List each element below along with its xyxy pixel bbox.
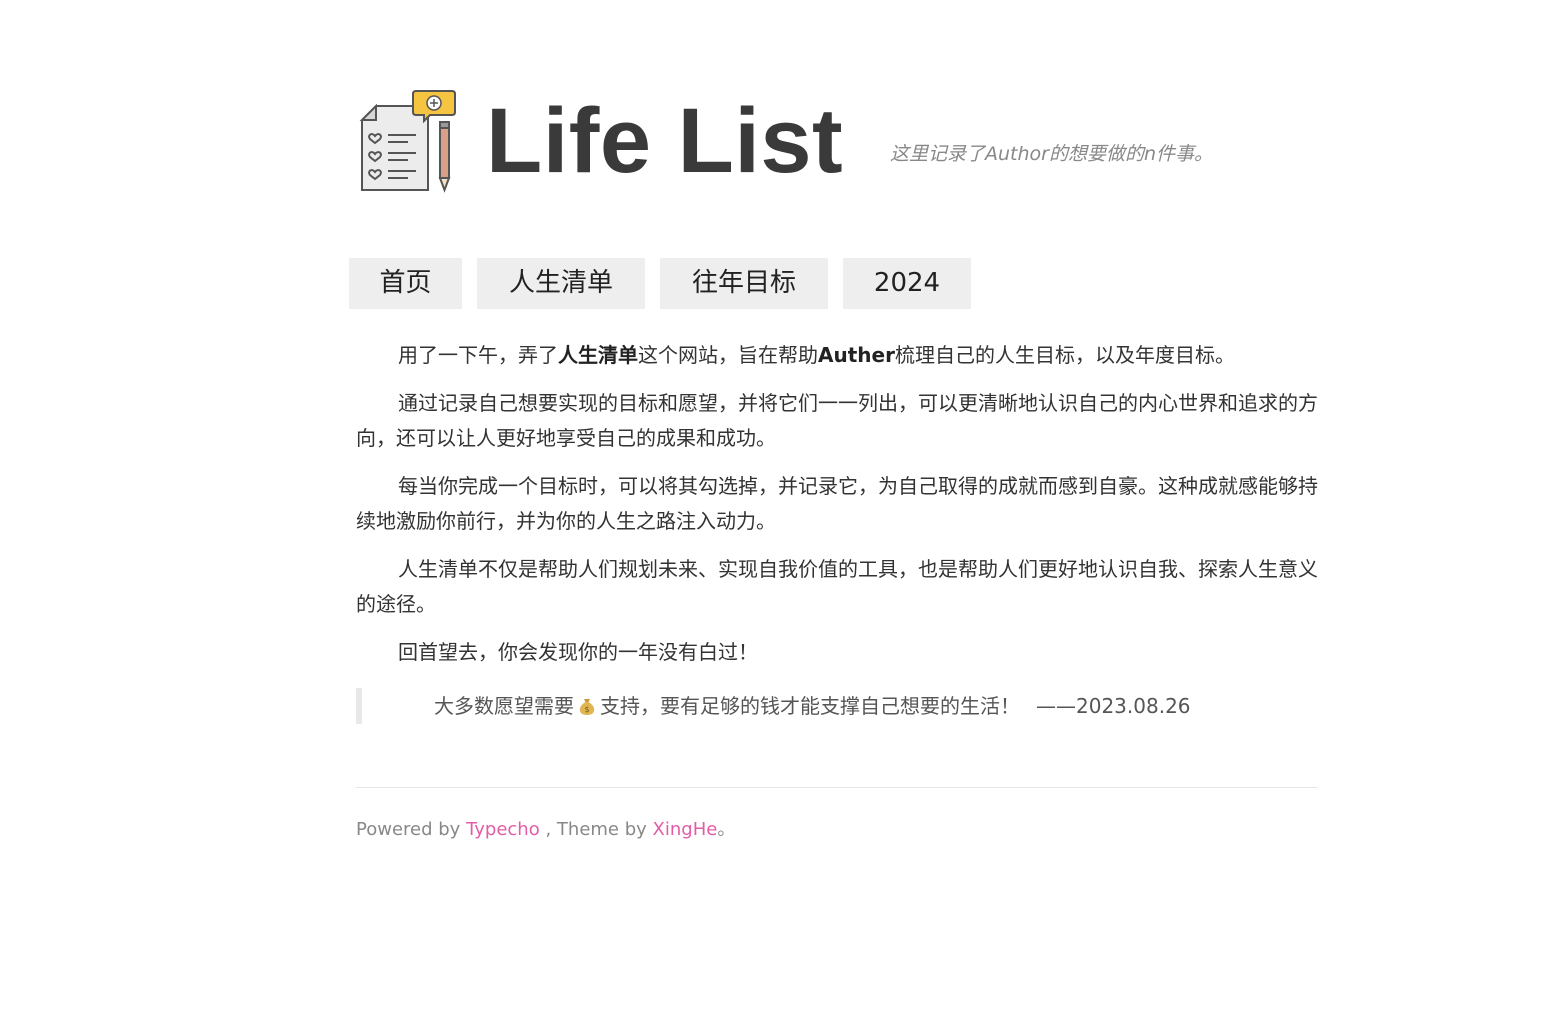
paragraph-intro: 用了一下午，弄了人生清单这个网站，旨在帮助Auther梳理自己的人生目标，以及年…	[356, 338, 1318, 373]
nav-item-home[interactable]: 首页	[349, 258, 462, 309]
post-content: 用了一下午，弄了人生清单这个网站，旨在帮助Auther梳理自己的人生目标，以及年…	[356, 338, 1318, 724]
footer-divider	[356, 787, 1318, 788]
blockquote: 大多数愿望需要 $ 支持，要有足够的钱才能支撑自己想要的生活！ ——2023.08.2…	[356, 688, 1318, 724]
nav-item-past-goals[interactable]: 往年目标	[660, 258, 828, 309]
intro-bold-life-list: 人生清单	[558, 343, 638, 367]
site-title[interactable]: Life List	[486, 95, 843, 187]
footer-end: 。	[717, 819, 736, 840]
intro-bold-auther: Auther	[818, 343, 895, 367]
checklist-pencil-icon[interactable]	[358, 86, 458, 196]
typecho-link[interactable]: Typecho	[466, 819, 540, 840]
site-header: Life List	[358, 86, 843, 196]
paragraph-4: 人生清单不仅是帮助人们规划未来、实现自我价值的工具，也是帮助人们更好地认识自我、…	[356, 557, 1318, 616]
quote-date: ——2023.08.26	[1036, 694, 1191, 718]
quote-text-pre: 大多数愿望需要	[434, 694, 574, 718]
nav-item-life-list[interactable]: 人生清单	[477, 258, 645, 309]
main-nav: 首页 人生清单 往年目标 2024	[349, 258, 986, 309]
page: Life List 这里记录了Author的想要做的n件事。 首页 人生清单 往…	[0, 0, 1567, 1012]
footer-theme-by: , Theme by	[545, 819, 647, 840]
intro-text-post: 梳理自己的人生目标，以及年度目标。	[894, 343, 1235, 367]
svg-text:$: $	[584, 705, 589, 714]
paragraph-5: 回首望去，你会发现你的一年没有白过！	[398, 640, 758, 664]
quote-text-post: 支持，要有足够的钱才能支撑自己想要的生活！	[600, 694, 1020, 718]
site-tagline: 这里记录了Author的想要做的n件事。	[890, 143, 1214, 165]
intro-text-mid: 这个网站，旨在帮助	[638, 343, 818, 367]
paragraph-2: 通过记录自己想要实现的目标和愿望，并将它们一一列出，可以更清晰地认识自己的内心世…	[356, 391, 1318, 450]
intro-text-pre: 用了一下午，弄了	[398, 343, 558, 367]
site-footer: Powered by Typecho , Theme by XingHe。	[356, 815, 735, 841]
nav-item-2024[interactable]: 2024	[843, 258, 971, 309]
xinghe-link[interactable]: XingHe	[653, 819, 718, 840]
paragraph-3: 每当你完成一个目标时，可以将其勾选掉，并记录它，为自己取得的成就而感到自豪。这种…	[356, 474, 1318, 533]
footer-powered-by: Powered by	[356, 819, 461, 840]
money-bag-icon: $	[579, 699, 595, 715]
